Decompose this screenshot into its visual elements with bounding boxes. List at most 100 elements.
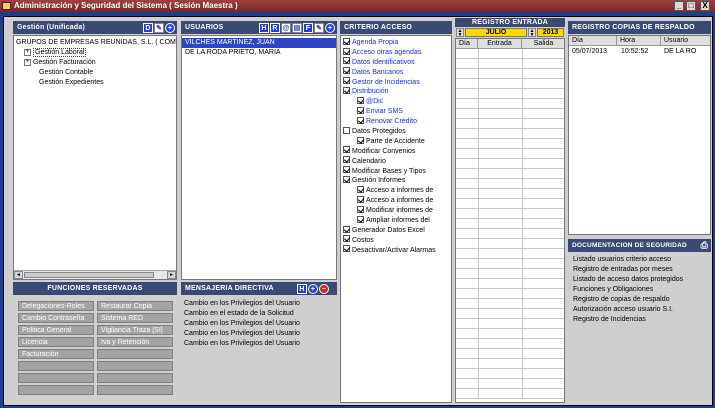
registro-row[interactable] [456, 229, 564, 239]
expand-icon[interactable]: + [24, 48, 31, 56]
registro-row[interactable] [456, 79, 564, 89]
doc-item[interactable]: Listado de acceso datos protegidos [570, 275, 711, 285]
registro-row[interactable] [456, 349, 564, 359]
empty-function-button[interactable] [97, 385, 173, 395]
d-button[interactable]: D [143, 23, 153, 34]
tool-icon[interactable]: ✎ [154, 23, 164, 34]
scroll-thumb[interactable] [24, 272, 154, 278]
checkbox[interactable] [357, 215, 364, 223]
criterio-item[interactable]: Ampliar informes del [343, 215, 451, 226]
criterio-item[interactable]: Enviar SMS [343, 106, 451, 117]
close-button[interactable]: X [700, 1, 710, 11]
registro-row[interactable] [456, 169, 564, 179]
checkbox[interactable] [343, 57, 350, 65]
checkbox[interactable] [357, 186, 364, 194]
registro-row[interactable] [456, 119, 564, 129]
criterio-item[interactable]: Datos Identificativos [343, 57, 451, 68]
registro-row[interactable] [456, 189, 564, 199]
message-row[interactable]: Cambio en los Privilegios del Usuario [181, 299, 337, 309]
doc-item[interactable]: Funciones y Obligaciones [570, 285, 711, 295]
criterio-item[interactable]: Desactivar/Activar Alarmas [343, 245, 451, 256]
registro-row[interactable] [456, 99, 564, 109]
registro-row[interactable] [456, 109, 564, 119]
criterio-item[interactable]: @Dic [343, 97, 451, 107]
message-row[interactable]: Cambio en los Privilegios del Usuario [181, 329, 337, 339]
checkbox[interactable] [343, 156, 350, 164]
licencia-button[interactable]: Licencia [18, 337, 94, 347]
registro-row[interactable] [456, 369, 564, 379]
empty-function-button[interactable] [97, 373, 173, 383]
registro-row[interactable] [456, 279, 564, 289]
registro-row[interactable] [456, 129, 564, 139]
year-spinner[interactable]: ▲ ▼ [528, 28, 536, 38]
empty-function-button[interactable] [18, 373, 94, 383]
checkbox[interactable] [343, 77, 350, 85]
doc-item[interactable]: Listado usuarios criterio acceso [570, 255, 711, 265]
maximize-button[interactable]: □ [686, 1, 696, 11]
criterio-item[interactable]: Modificar informes de [343, 205, 451, 216]
tree-item-gestion-contable[interactable]: Gestión Contable [16, 68, 176, 78]
mensajeria-h-button[interactable]: H [297, 284, 307, 295]
empty-function-button[interactable] [97, 349, 173, 359]
criterio-item[interactable]: Costos [343, 235, 451, 246]
year-field[interactable]: 2013 [537, 28, 564, 37]
registro-row[interactable] [456, 389, 564, 399]
checkbox[interactable] [343, 146, 350, 154]
document-icon[interactable]: ▤ [292, 23, 302, 34]
tree-item-gestion-laboral[interactable]: + Gestión Laboral [16, 48, 176, 58]
criterio-item[interactable]: Parte de Accidente [343, 136, 451, 147]
message-row[interactable]: Cambio en el estado de la Solicitud [181, 309, 337, 319]
registro-row[interactable] [456, 89, 564, 99]
checkbox[interactable] [343, 166, 350, 174]
registro-row[interactable] [456, 269, 564, 279]
doc-item[interactable]: Registro de entradas por meses [570, 265, 711, 275]
tree-root[interactable]: GRUPOS DE EMPRESAS REUNIDAS, S.L. ( COM [16, 38, 176, 48]
criterio-item[interactable]: Datos Protegidos [343, 126, 451, 137]
registro-row[interactable] [456, 249, 564, 259]
registro-row[interactable] [456, 339, 564, 349]
registro-row[interactable] [456, 239, 564, 249]
scroll-left-icon[interactable]: ◄ [14, 271, 23, 279]
checkbox[interactable] [357, 106, 364, 114]
registro-row[interactable] [456, 329, 564, 339]
registro-row[interactable] [456, 259, 564, 269]
col-salida[interactable]: Salida [522, 39, 564, 49]
checkbox[interactable] [357, 136, 364, 144]
checkbox[interactable] [357, 116, 364, 124]
registro-row[interactable] [456, 379, 564, 389]
sistema-red-button[interactable]: Sistema RED [97, 313, 173, 323]
registro-row[interactable] [456, 139, 564, 149]
checkbox[interactable] [343, 225, 350, 233]
facturacion-button[interactable]: Facturación [18, 349, 94, 359]
registro-row[interactable] [456, 289, 564, 299]
registro-row[interactable] [456, 319, 564, 329]
criterio-item[interactable]: Acceso a informes de [343, 186, 451, 196]
expand-icon[interactable]: + [24, 58, 31, 66]
criterio-item[interactable]: Generador Datos Excel [343, 225, 451, 236]
remove-message-button[interactable]: − [319, 284, 329, 295]
checkbox[interactable] [357, 195, 364, 203]
email-button[interactable]: @ [281, 23, 291, 34]
registro-row[interactable] [456, 69, 564, 79]
registro-row[interactable] [456, 159, 564, 169]
cambio-contrasena-button[interactable]: Cambio Contraseña [18, 313, 94, 323]
month-field[interactable]: JULIO [465, 28, 527, 37]
h-button[interactable]: H [259, 23, 269, 34]
col-copia-hora[interactable]: Hora [617, 36, 661, 46]
criterio-item[interactable]: Modificar Convenios [343, 146, 451, 157]
checkbox[interactable] [343, 87, 350, 95]
tree-item-gestion-expedientes[interactable]: Gestión Expedientes [16, 78, 176, 88]
registro-row[interactable] [456, 359, 564, 369]
add-message-button[interactable]: + [308, 284, 318, 295]
registro-row[interactable] [456, 179, 564, 189]
delegaciones-roles-button[interactable]: Delegaciones-Roles [18, 301, 94, 311]
minimize-button[interactable]: _ [674, 1, 684, 11]
criterio-item[interactable]: Renovar Crédito [343, 116, 451, 127]
col-copia-dia[interactable]: Día [569, 36, 617, 46]
registro-row[interactable] [456, 219, 564, 229]
criterio-item[interactable]: Distribución [343, 87, 451, 97]
col-entrada[interactable]: Entrada [478, 39, 522, 49]
empty-function-button[interactable] [97, 361, 173, 371]
registro-row[interactable] [456, 309, 564, 319]
checkbox[interactable] [343, 67, 350, 75]
